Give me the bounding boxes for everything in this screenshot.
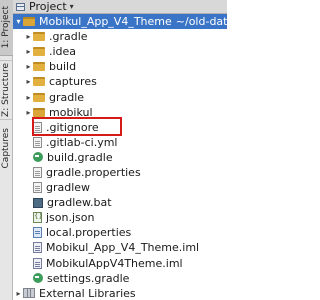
properties-file-icon — [33, 166, 42, 178]
tree-item-gradlew[interactable]: gradlew — [13, 180, 227, 195]
tree-item-label: gradle.properties — [46, 165, 141, 179]
iml-file-icon — [33, 242, 42, 254]
project-window-icon — [16, 2, 25, 11]
folder-icon — [33, 77, 45, 87]
json-file-icon — [33, 212, 43, 224]
tree-item-label: local.properties — [46, 226, 132, 240]
tree-item-label: MobikulAppV4Theme.iml — [46, 256, 183, 270]
tree-item-gradle-folder[interactable]: ▸ gradle — [13, 89, 227, 104]
structure-tool-tab[interactable]: Z: Structure — [0, 60, 13, 120]
tree-item-gradle-dir[interactable]: ▸ .gradle — [13, 29, 227, 44]
tree-item-label: gradle — [49, 90, 85, 104]
project-view-label: Project — [29, 0, 67, 13]
tree-item-label: .idea — [49, 45, 77, 59]
gradle-file-icon — [33, 273, 43, 284]
gradle-file-icon — [33, 152, 43, 163]
tree-item-captures-dir[interactable]: ▸ captures — [13, 74, 227, 89]
iml-file-icon — [33, 257, 42, 269]
tree-item-label: .gradle — [49, 30, 88, 44]
expand-caret-icon[interactable]: ▾ — [14, 17, 23, 26]
structure-tool-tab-label: Z: Structure — [1, 63, 11, 117]
yaml-file-icon — [33, 136, 42, 148]
tree-item-json[interactable]: json.json — [13, 210, 227, 225]
project-view-selector[interactable]: Project ▾ — [13, 0, 227, 14]
tree-item-gitlab-ci[interactable]: .gitlab-ci.yml — [13, 135, 227, 150]
expand-caret-icon[interactable]: ▸ — [14, 289, 23, 298]
tree-item-label: gradlew.bat — [47, 196, 112, 210]
root-path: ~/old-data/home/us — [175, 15, 227, 29]
expand-caret-icon[interactable]: ▸ — [24, 32, 33, 41]
folder-icon — [33, 92, 45, 102]
captures-tool-tab-label: Captures — [1, 127, 11, 169]
captures-tool-tab[interactable]: Captures — [0, 122, 13, 174]
project-tool-tab-label: 1: Project — [1, 6, 11, 49]
tree-item-local-properties[interactable]: local.properties — [13, 225, 227, 240]
expand-caret-icon[interactable]: ▸ — [24, 77, 33, 86]
tree-item-label: External Libraries — [39, 286, 136, 300]
tree-item-label: .gitlab-ci.yml — [46, 135, 118, 149]
folder-icon — [33, 32, 45, 42]
tree-item-build-dir[interactable]: ▸ build — [13, 59, 227, 74]
expand-caret-icon[interactable]: ▸ — [24, 47, 33, 56]
project-tree: ▾ Mobikul_App_V4_Theme ~/old-data/home/u… — [13, 14, 227, 300]
project-panel: Project ▾ ▾ Mobikul_App_V4_Theme ~/old-d… — [13, 0, 227, 300]
tree-item-label: gradlew — [46, 181, 91, 195]
script-file-icon — [33, 182, 42, 194]
root-name: Mobikul_App_V4_Theme — [39, 15, 172, 29]
project-tool-tab[interactable]: 1: Project — [0, 0, 13, 56]
tree-item-label: Mobikul_App_V4_Theme.iml — [46, 241, 200, 255]
tree-item-gradle-properties[interactable]: gradle.properties — [13, 165, 227, 180]
tree-item-label: settings.gradle — [47, 271, 130, 285]
tree-item-external-libraries[interactable]: ▸ External Libraries — [13, 286, 227, 300]
folder-icon — [33, 62, 45, 72]
tree-root-item[interactable]: ▾ Mobikul_App_V4_Theme ~/old-data/home/u… — [13, 14, 227, 30]
expand-caret-icon[interactable]: ▸ — [24, 62, 33, 71]
tree-item-settings-gradle[interactable]: settings.gradle — [13, 271, 227, 286]
expand-caret-icon[interactable]: ▸ — [24, 93, 33, 102]
tree-item-label: build.gradle — [47, 150, 113, 164]
module-folder-icon — [23, 17, 35, 27]
tool-window-strip: 1: Project Z: Structure Captures — [0, 0, 13, 300]
tree-item-build-gradle[interactable]: build.gradle — [13, 150, 227, 165]
tree-item-label: build — [49, 60, 77, 74]
tree-item-idea-dir[interactable]: ▸ .idea — [13, 44, 227, 59]
tree-item-iml-1[interactable]: Mobikul_App_V4_Theme.iml — [13, 240, 227, 255]
tree-item-gradlew-bat[interactable]: gradlew.bat — [13, 195, 227, 210]
folder-icon — [33, 47, 45, 57]
module-folder-icon — [33, 107, 45, 117]
expand-caret-icon[interactable]: ▸ — [24, 108, 33, 117]
batch-file-icon — [33, 197, 43, 208]
libraries-icon — [23, 288, 35, 299]
tree-item-label: captures — [49, 75, 97, 89]
annotation-highlight-box — [32, 117, 122, 136]
tree-item-iml-2[interactable]: MobikulAppV4Theme.iml — [13, 256, 227, 271]
properties-file-icon — [33, 227, 42, 239]
dropdown-arrow-icon[interactable]: ▾ — [70, 2, 74, 11]
tree-item-label: json.json — [46, 211, 95, 225]
